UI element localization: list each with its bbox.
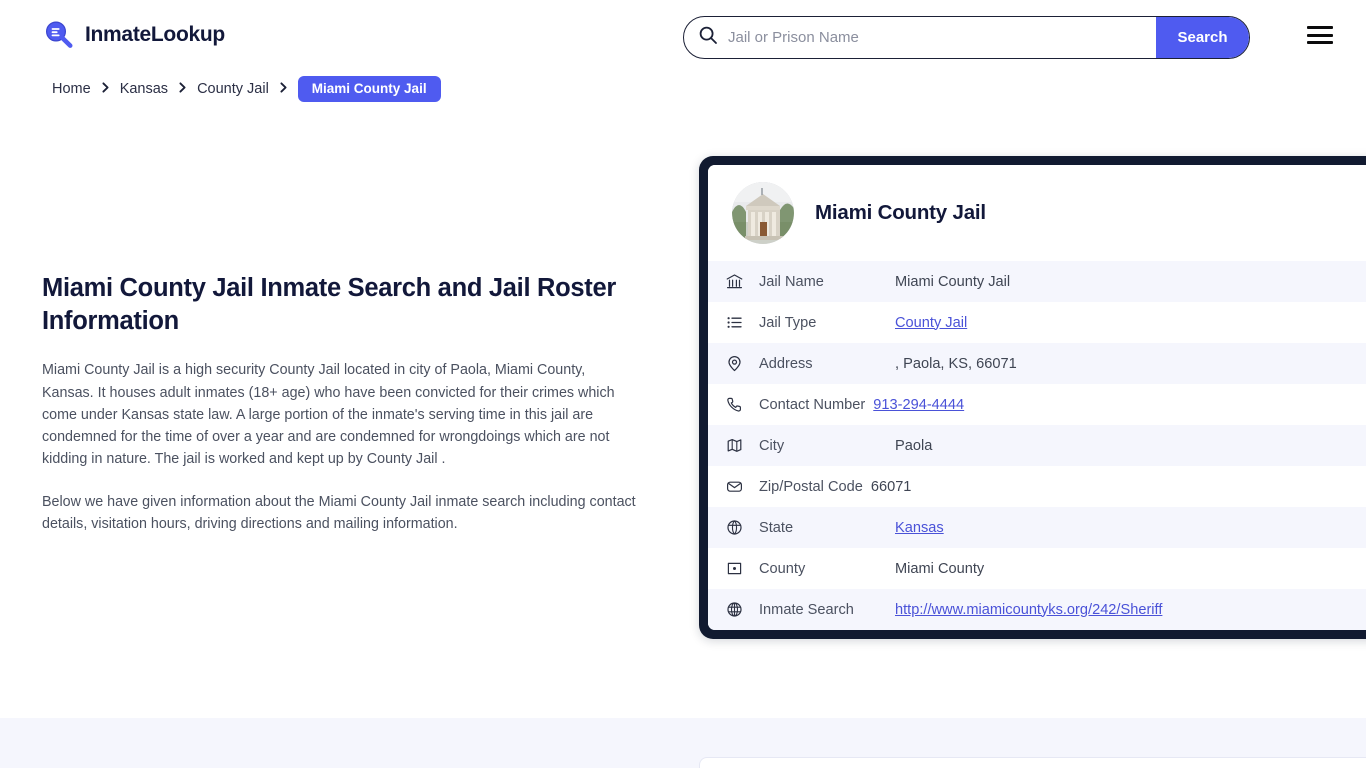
row-value: Miami County xyxy=(895,560,985,577)
inmate-search-link[interactable]: http://www.miamicountyks.org/242/Sheriff xyxy=(895,602,1162,618)
row-label: Address xyxy=(759,355,813,372)
breadcrumb-item-kansas[interactable]: Kansas xyxy=(120,81,168,97)
jail-info-card-header: Miami County Jail xyxy=(708,165,1366,261)
table-row: Jail Type County Jail xyxy=(708,302,1366,343)
menu-line-1 xyxy=(1307,26,1333,29)
page-title: Miami County Jail Inmate Search and Jail… xyxy=(42,274,616,335)
jail-card-title: Miami County Jail xyxy=(815,201,986,224)
jail-info-card: Miami County Jail Jail Name Miami County… xyxy=(699,156,1366,639)
row-label: County xyxy=(759,560,806,577)
table-row: County Miami County xyxy=(708,548,1366,589)
breadcrumb: Home Kansas County Jail Miami County Jai… xyxy=(52,76,441,102)
row-value: Miami County Jail xyxy=(895,273,1011,290)
table-row: Address , Paola, KS, 66071 xyxy=(708,343,1366,384)
chevron-right-icon xyxy=(100,81,111,97)
table-row: Inmate Search http://www.miamicountyks.o… xyxy=(708,589,1366,630)
state-link[interactable]: Kansas xyxy=(895,520,944,536)
county-map-icon xyxy=(725,559,744,578)
search-icon xyxy=(684,25,718,50)
bank-building-icon xyxy=(725,272,744,291)
row-label: Contact Number xyxy=(759,396,866,413)
magnifier-list-logo-icon xyxy=(42,18,76,52)
brand-logo[interactable]: InmateLookup xyxy=(42,18,225,52)
description-paragraph-1: Miami County Jail is a high security Cou… xyxy=(42,362,615,468)
list-icon xyxy=(725,313,744,332)
courthouse-photo-avatar xyxy=(732,182,794,244)
row-label: Zip/Postal Code xyxy=(759,478,863,495)
row-value: Paola xyxy=(895,437,933,454)
hamburger-menu-icon[interactable] xyxy=(1307,24,1333,46)
menu-line-2 xyxy=(1307,33,1333,37)
main-content: Miami County Jail Inmate Search and Jail… xyxy=(42,272,640,555)
site-header: InmateLookup Search xyxy=(0,0,1366,72)
chevron-right-icon xyxy=(177,81,188,97)
jail-info-card-inner: Miami County Jail Jail Name Miami County… xyxy=(708,165,1366,630)
chevron-right-icon xyxy=(278,81,289,97)
row-label: State xyxy=(759,519,794,536)
table-row: City Paola xyxy=(708,425,1366,466)
map-pin-icon xyxy=(725,354,744,373)
jail-type-link[interactable]: County Jail xyxy=(895,315,967,331)
breadcrumb-item-county-jail[interactable]: County Jail xyxy=(197,81,269,97)
search-bar[interactable]: Search xyxy=(683,16,1250,59)
phone-icon xyxy=(725,395,744,414)
description-paragraph-2: Below we have given information about th… xyxy=(42,493,636,533)
globe-icon xyxy=(725,600,744,619)
row-label: City xyxy=(759,437,785,454)
table-row: State Kansas xyxy=(708,507,1366,548)
row-value: 66071 xyxy=(870,478,912,495)
breadcrumb-item-home[interactable]: Home xyxy=(52,81,91,97)
row-label: Jail Name xyxy=(759,273,824,290)
envelope-icon xyxy=(725,477,744,496)
page-root: InmateLookup Search Home Kansas xyxy=(0,0,1366,768)
row-label: Jail Type xyxy=(759,314,817,331)
breadcrumb-current-page: Miami County Jail xyxy=(297,76,441,102)
row-value: , Paola, KS, 66071 xyxy=(895,355,1017,372)
globe-americas-icon xyxy=(725,518,744,537)
brand-name: InmateLookup xyxy=(85,23,225,46)
table-row: Contact Number 913-294-4444 xyxy=(708,384,1366,425)
contact-number-link[interactable]: 913-294-4444 xyxy=(873,397,964,413)
bottom-panel-partial xyxy=(699,757,1366,768)
table-row: Jail Name Miami County Jail xyxy=(708,261,1366,302)
row-label: Inmate Search xyxy=(759,601,854,618)
table-row: Zip/Postal Code 66071 xyxy=(708,466,1366,507)
search-button[interactable]: Search xyxy=(1156,17,1249,58)
map-icon xyxy=(725,436,744,455)
search-input[interactable] xyxy=(718,17,1156,58)
jail-details-table: Jail Name Miami County Jail Jail Type Co… xyxy=(708,261,1366,630)
menu-line-3 xyxy=(1307,41,1333,44)
